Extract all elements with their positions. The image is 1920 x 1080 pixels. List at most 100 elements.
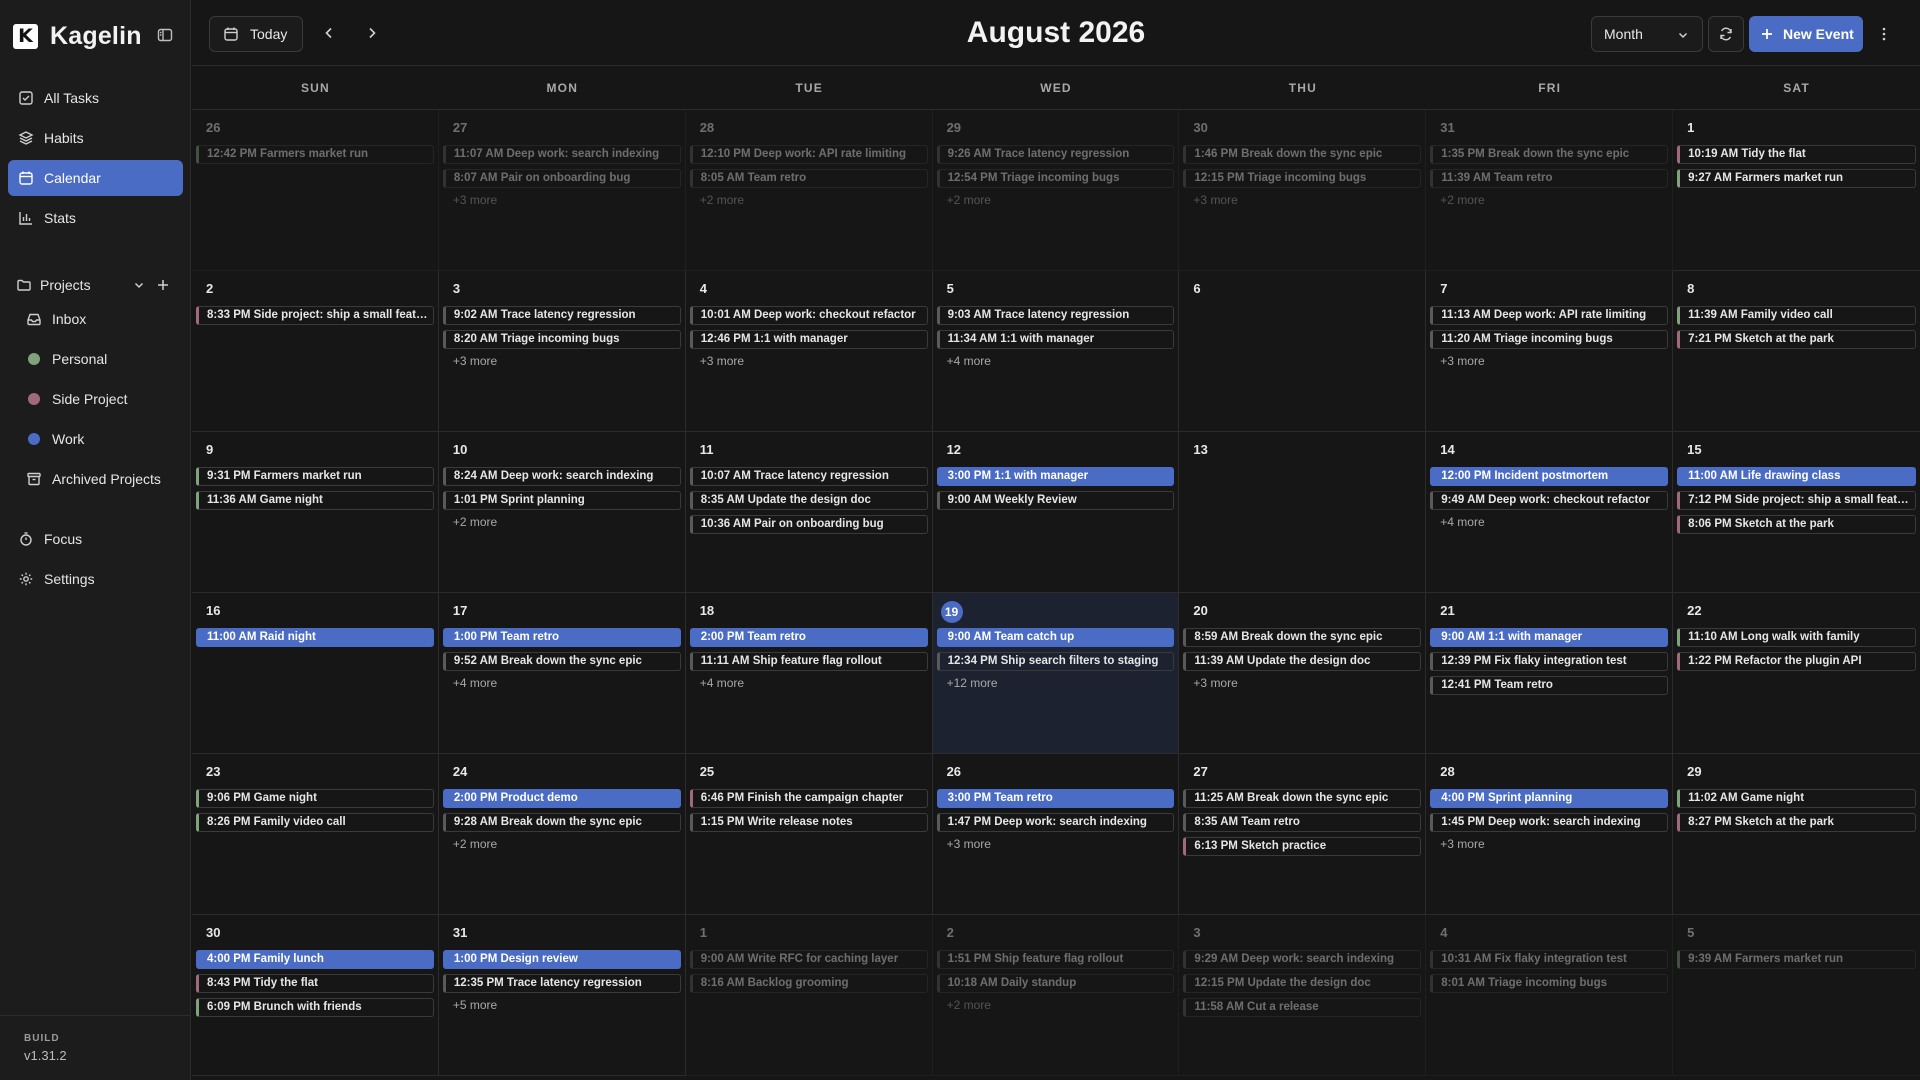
event-chip[interactable]: 12:35 PM Trace latency regression — [442, 974, 681, 993]
more-events-link[interactable]: +2 more — [1430, 193, 1668, 207]
day-cell[interactable]: 23 9:06 PM Game night 8:26 PM Family video… — [192, 754, 439, 915]
day-cell[interactable]: 26 12:42 PM Farmers market run — [192, 110, 439, 271]
more-events-link[interactable]: +3 more — [1183, 676, 1421, 690]
event-chip[interactable]: 6:09 PM Brunch with friends — [196, 998, 434, 1017]
day-cell[interactable]: 12 3:00 PM 1:1 with manager 9:00 AM Weekly… — [932, 432, 1180, 593]
event-chip[interactable]: 9:00 AM Write RFC for caching layer — [689, 950, 928, 969]
event-chip[interactable]: 1:00 PM Team retro — [442, 628, 681, 647]
event-chip[interactable]: 10:18 AM Daily standup — [936, 974, 1175, 993]
event-chip[interactable]: 9:28 AM Break down the sync epic — [442, 813, 681, 832]
more-events-link[interactable]: +4 more — [443, 676, 681, 690]
event-chip[interactable]: 9:31 PM Farmers market run — [196, 467, 434, 486]
event-chip[interactable]: 1:45 PM Deep work: search indexing — [1430, 813, 1669, 832]
event-chip[interactable]: 9:27 AM Farmers market run — [1677, 169, 1916, 188]
day-cell[interactable]: 18 2:00 PM Team retro 11:11 AM Ship featur… — [685, 593, 933, 754]
day-cell[interactable]: 8 11:39 AM Family video call 7:21 PM Sketc… — [1673, 271, 1920, 432]
event-chip[interactable]: 11:39 AM Team retro — [1430, 169, 1669, 188]
day-cell[interactable]: 13 — [1179, 432, 1427, 593]
nav-item-settings[interactable]: Settings — [8, 561, 183, 597]
event-chip[interactable]: 11:25 AM Break down the sync epic — [1183, 789, 1422, 808]
more-events-link[interactable]: +2 more — [937, 193, 1175, 207]
more-options-icon[interactable] — [1876, 26, 1892, 42]
more-events-link[interactable]: +5 more — [443, 998, 681, 1012]
day-cell[interactable]: 21 9:00 AM 1:1 with manager 12:39 PM Fix f… — [1426, 593, 1674, 754]
project-item-archived[interactable]: Archived Projects — [8, 459, 183, 499]
nav-item-habits[interactable]: Habits — [8, 120, 183, 156]
day-cell[interactable]: 15 11:00 AM Life drawing class 7:12 PM Sid… — [1673, 432, 1920, 593]
event-chip[interactable]: 1:51 PM Ship feature flag rollout — [936, 950, 1175, 969]
day-cell[interactable]: 26 3:00 PM Team retro 1:47 PM Deep work: s… — [932, 754, 1180, 915]
event-chip[interactable]: 4:00 PM Family lunch — [196, 950, 434, 969]
event-chip[interactable]: 4:00 PM Sprint planning — [1430, 789, 1669, 808]
event-chip[interactable]: 3:00 PM Team retro — [936, 789, 1175, 808]
nav-item-focus[interactable]: Focus — [8, 521, 183, 557]
more-events-link[interactable]: +3 more — [1430, 837, 1668, 851]
event-chip[interactable]: 10:01 AM Deep work: checkout refactor — [689, 306, 928, 325]
event-chip[interactable]: 2:00 PM Team retro — [689, 628, 928, 647]
event-chip[interactable]: 12:15 PM Update the design doc — [1183, 974, 1422, 993]
event-chip[interactable]: 2:00 PM Product demo — [442, 789, 681, 808]
day-cell[interactable]: 24 2:00 PM Product demo 9:28 AM Break down… — [438, 754, 686, 915]
event-chip[interactable]: 12:00 PM Incident postmortem — [1430, 467, 1669, 486]
event-chip[interactable]: 11:39 AM Family video call — [1677, 306, 1916, 325]
event-chip[interactable]: 12:15 PM Triage incoming bugs — [1183, 169, 1422, 188]
event-chip[interactable]: 11:11 AM Ship feature flag rollout — [689, 652, 928, 671]
event-chip[interactable]: 11:58 AM Cut a release — [1183, 998, 1422, 1017]
day-cell[interactable]: 30 4:00 PM Family lunch 8:43 PM Tidy the f… — [192, 915, 439, 1076]
more-events-link[interactable]: +4 more — [937, 354, 1175, 368]
day-cell[interactable]: 1 10:19 AM Tidy the flat 9:27 AM Farmers m… — [1673, 110, 1920, 271]
event-chip[interactable]: 8:59 AM Break down the sync epic — [1183, 628, 1422, 647]
event-chip[interactable]: 12:39 PM Fix flaky integration test — [1430, 652, 1669, 671]
day-cell[interactable]: 1 9:00 AM Write RFC for caching layer 8:16… — [685, 915, 933, 1076]
event-chip[interactable]: 1:01 PM Sprint planning — [442, 491, 681, 510]
event-chip[interactable]: 9:00 AM Weekly Review — [936, 491, 1175, 510]
event-chip[interactable]: 8:07 AM Pair on onboarding bug — [442, 169, 681, 188]
event-chip[interactable]: 9:03 AM Trace latency regression — [936, 306, 1175, 325]
more-events-link[interactable]: +2 more — [443, 837, 681, 851]
day-cell[interactable]: 3 9:29 AM Deep work: search indexing 12:15… — [1179, 915, 1427, 1076]
event-chip[interactable]: 9:00 AM 1:1 with manager — [1430, 628, 1669, 647]
event-chip[interactable]: 9:26 AM Trace latency regression — [936, 145, 1175, 164]
event-chip[interactable]: 11:36 AM Game night — [196, 491, 434, 510]
add-project-icon[interactable] — [156, 278, 170, 292]
event-chip[interactable]: 1:47 PM Deep work: search indexing — [936, 813, 1175, 832]
event-chip[interactable]: 11:13 AM Deep work: API rate limiting — [1430, 306, 1669, 325]
day-cell[interactable]: 31 1:00 PM Design review 12:35 PM Trace la… — [438, 915, 686, 1076]
event-chip[interactable]: 9:02 AM Trace latency regression — [442, 306, 681, 325]
event-chip[interactable]: 6:46 PM Finish the campaign chapter — [689, 789, 928, 808]
event-chip[interactable]: 8:05 AM Team retro — [689, 169, 928, 188]
today-button[interactable]: Today — [209, 16, 303, 52]
event-chip[interactable]: 1:35 PM Break down the sync epic — [1430, 145, 1669, 164]
day-cell[interactable]: 10 8:24 AM Deep work: search indexing 1:01… — [438, 432, 686, 593]
day-cell[interactable]: 28 4:00 PM Sprint planning 1:45 PM Deep wo… — [1426, 754, 1674, 915]
event-chip[interactable]: 3:00 PM 1:1 with manager — [936, 467, 1175, 486]
day-cell[interactable]: 19 9:00 AM Team catch up 12:34 PM Ship sea… — [932, 593, 1180, 754]
more-events-link[interactable]: +2 more — [443, 515, 681, 529]
more-events-link[interactable]: +2 more — [937, 998, 1175, 1012]
event-chip[interactable]: 8:20 AM Triage incoming bugs — [442, 330, 681, 349]
day-cell[interactable]: 27 11:25 AM Break down the sync epic 8:35 … — [1179, 754, 1427, 915]
event-chip[interactable]: 11:20 AM Triage incoming bugs — [1430, 330, 1669, 349]
new-event-button[interactable]: New Event — [1749, 16, 1863, 52]
day-cell[interactable]: 4 10:31 AM Fix flaky integration test 8:01… — [1426, 915, 1674, 1076]
chevron-down-icon[interactable] — [132, 278, 146, 292]
event-chip[interactable]: 10:19 AM Tidy the flat — [1677, 145, 1916, 164]
event-chip[interactable]: 11:39 AM Update the design doc — [1183, 652, 1422, 671]
event-chip[interactable]: 7:12 PM Side project: ship a small featu… — [1677, 491, 1916, 510]
event-chip[interactable]: 12:54 PM Triage incoming bugs — [936, 169, 1175, 188]
event-chip[interactable]: 12:46 PM 1:1 with manager — [689, 330, 928, 349]
event-chip[interactable]: 10:31 AM Fix flaky integration test — [1430, 950, 1669, 969]
event-chip[interactable]: 11:02 AM Game night — [1677, 789, 1916, 808]
event-chip[interactable]: 12:42 PM Farmers market run — [196, 145, 434, 164]
more-events-link[interactable]: +3 more — [443, 354, 681, 368]
event-chip[interactable]: 11:00 AM Life drawing class — [1677, 467, 1916, 486]
event-chip[interactable]: 9:52 AM Break down the sync epic — [442, 652, 681, 671]
event-chip[interactable]: 8:35 AM Update the design doc — [689, 491, 928, 510]
day-cell[interactable]: 31 1:35 PM Break down the sync epic 11:39 … — [1426, 110, 1674, 271]
event-chip[interactable]: 8:35 AM Team retro — [1183, 813, 1422, 832]
brand[interactable]: K Kagelin — [13, 22, 142, 50]
day-cell[interactable]: 2 1:51 PM Ship feature flag rollout 10:18 … — [932, 915, 1180, 1076]
event-chip[interactable]: 10:36 AM Pair on onboarding bug — [689, 515, 928, 534]
refresh-button[interactable] — [1708, 16, 1744, 52]
day-cell[interactable]: 29 11:02 AM Game night 8:27 PM Sketch at t… — [1673, 754, 1920, 915]
